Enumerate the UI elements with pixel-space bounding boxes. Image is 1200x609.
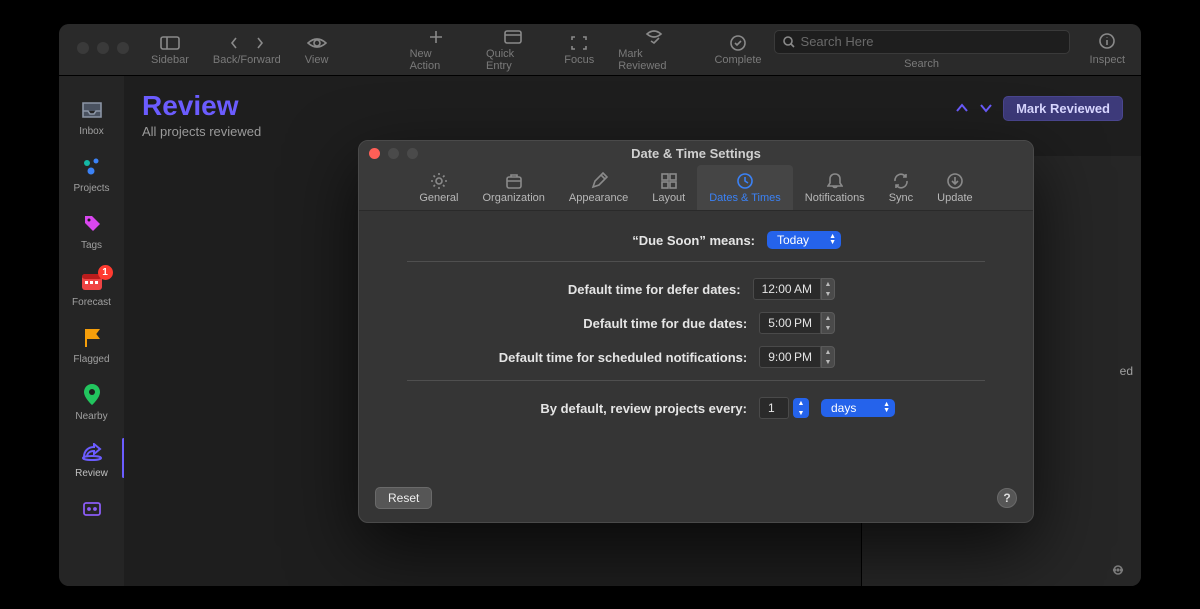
sidebar-item-custom[interactable] (59, 489, 124, 531)
tab-appearance[interactable]: Appearance (557, 165, 640, 210)
review-interval-label: By default, review projects every: (540, 401, 747, 416)
complete-button[interactable]: Complete (702, 34, 773, 66)
settings-title: Date & Time Settings (631, 146, 761, 161)
mark-reviewed-toolbar-button[interactable]: Mark Reviewed (606, 28, 702, 72)
toolbar-label: Mark Reviewed (618, 48, 690, 72)
toolbar-label: View (305, 54, 329, 66)
quick-entry-button[interactable]: Quick Entry (474, 28, 552, 72)
close-window-button[interactable] (77, 42, 89, 54)
search-icon (783, 36, 795, 48)
tab-dates-times[interactable]: Dates & Times (697, 165, 793, 210)
sidebar-label: Review (75, 468, 108, 479)
focus-button[interactable]: Focus (552, 34, 606, 66)
toolbar-label: Search (904, 58, 939, 70)
sidebar-label: Nearby (75, 411, 107, 422)
reset-button[interactable]: Reset (375, 487, 432, 509)
defer-time-stepper[interactable]: ▲▼ (821, 278, 835, 300)
sidebar-label: Tags (81, 240, 102, 251)
page-title: Review (142, 90, 955, 122)
sidebar-label: Flagged (73, 354, 109, 365)
due-time-field[interactable]: 5:00 PM (759, 312, 821, 334)
settings-tabs: General Organization Appearance Layout D… (359, 165, 1033, 211)
review-unit-dropdown[interactable]: days ▲▼ (821, 399, 895, 417)
tab-organization[interactable]: Organization (471, 165, 557, 210)
forecast-badge: 1 (98, 265, 113, 280)
toolbar-label: New Action (410, 48, 462, 72)
toolbar-label: Focus (564, 54, 594, 66)
toolbar-label: Quick Entry (486, 48, 540, 72)
notif-time-stepper[interactable]: ▲▼ (821, 346, 835, 368)
sidebar-item-nearby[interactable]: Nearby (59, 375, 124, 432)
tab-layout[interactable]: Layout (640, 165, 697, 210)
divider (407, 380, 985, 381)
due-soon-label: “Due Soon” means: (632, 233, 755, 248)
sidebar-item-review[interactable]: Review (59, 432, 124, 489)
due-time-label: Default time for due dates: (583, 316, 747, 331)
toolbar: Sidebar Back/Forward View New Action Qui… (59, 24, 1141, 76)
review-number-field[interactable]: 1 (759, 397, 789, 419)
tab-general[interactable]: General (407, 165, 470, 210)
sidebar-label: Projects (73, 183, 109, 194)
settings-footer: Reset ? (359, 474, 1033, 522)
toolbar-label: Inspect (1090, 54, 1125, 66)
new-action-button[interactable]: New Action (398, 28, 474, 72)
settings-body: “Due Soon” means: Today ▲▼ Default time … (359, 211, 1033, 474)
sidebar-item-tags[interactable]: Tags (59, 204, 124, 261)
view-button[interactable]: View (293, 34, 341, 66)
zoom-settings-button[interactable] (407, 148, 418, 159)
settings-window: Date & Time Settings General Organizatio… (358, 140, 1034, 523)
previous-button[interactable] (955, 100, 969, 118)
toolbar-label: Sidebar (151, 54, 189, 66)
sidebar-label: Inbox (79, 126, 103, 137)
inspect-button[interactable]: Inspect (1090, 33, 1125, 66)
sidebar-item-flagged[interactable]: Flagged (59, 318, 124, 375)
back-forward-buttons[interactable]: Back/Forward (201, 34, 293, 66)
due-time-stepper[interactable]: ▲▼ (821, 312, 835, 334)
dropdown-arrows-icon: ▲▼ (828, 233, 837, 247)
partial-text: ed (1120, 364, 1133, 378)
divider (407, 261, 985, 262)
notif-time-label: Default time for scheduled notifications… (499, 350, 747, 365)
sidebar-toggle-button[interactable]: Sidebar (139, 34, 201, 66)
page-subtitle: All projects reviewed (142, 124, 955, 139)
notif-time-field[interactable]: 9:00 PM (759, 346, 821, 368)
window-traffic-lights (59, 24, 129, 54)
defer-time-label: Default time for defer dates: (568, 282, 741, 297)
help-button[interactable]: ? (997, 488, 1017, 508)
sidebar-item-projects[interactable]: Projects (59, 147, 124, 204)
sidebar: Inbox Projects Tags 1 Forecast Flagged (59, 76, 124, 586)
review-number-stepper[interactable]: ▲▼ (793, 398, 809, 418)
next-button[interactable] (979, 100, 993, 118)
settings-titlebar: Date & Time Settings (359, 141, 1033, 165)
sidebar-label: Forecast (72, 297, 111, 308)
defer-time-field[interactable]: 12:00 AM (753, 278, 821, 300)
toolbar-label: Back/Forward (213, 54, 281, 66)
search-input[interactable]: Search Here (774, 30, 1070, 54)
due-soon-dropdown[interactable]: Today ▲▼ (767, 231, 841, 249)
close-settings-button[interactable] (369, 148, 380, 159)
mark-reviewed-button[interactable]: Mark Reviewed (1003, 96, 1123, 121)
search-placeholder: Search Here (801, 34, 874, 49)
sidebar-item-forecast[interactable]: 1 Forecast (59, 261, 124, 318)
minimize-settings-button[interactable] (388, 148, 399, 159)
minimize-window-button[interactable] (97, 42, 109, 54)
more-icon[interactable] (1109, 562, 1127, 578)
tab-update[interactable]: Update (925, 165, 984, 210)
zoom-window-button[interactable] (117, 42, 129, 54)
tab-notifications[interactable]: Notifications (793, 165, 877, 210)
dropdown-arrows-icon: ▲▼ (882, 401, 891, 415)
sidebar-item-inbox[interactable]: Inbox (59, 90, 124, 147)
toolbar-label: Complete (714, 54, 761, 66)
tab-sync[interactable]: Sync (877, 165, 925, 210)
